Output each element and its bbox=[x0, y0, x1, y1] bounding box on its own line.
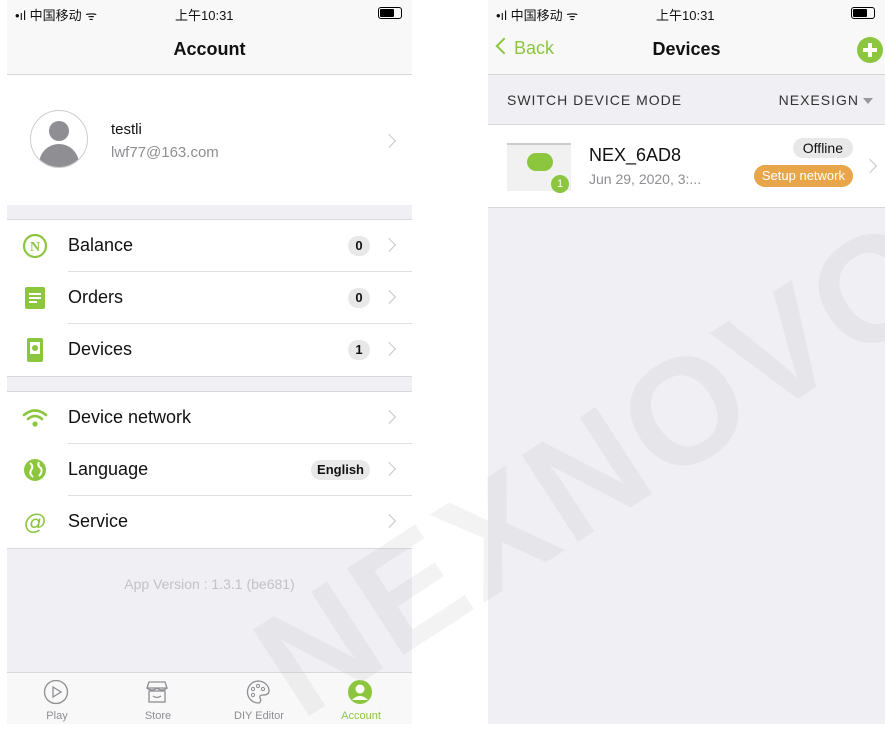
svg-text:N: N bbox=[30, 240, 40, 255]
add-device-button[interactable] bbox=[857, 37, 883, 63]
palette-icon bbox=[246, 680, 270, 704]
status-time: 上午10:31 bbox=[656, 8, 715, 23]
language-badge: English bbox=[311, 460, 370, 480]
settings-menu-group: Device network Language English @ Servic… bbox=[7, 391, 412, 549]
menu-label: Balance bbox=[68, 235, 134, 255]
profile-name: testli bbox=[111, 121, 142, 138]
menu-item-device-network[interactable]: Device network bbox=[7, 392, 412, 444]
wifi-icon bbox=[22, 409, 48, 427]
tab-play[interactable]: Play bbox=[17, 673, 97, 724]
devices-badge: 1 bbox=[348, 340, 370, 360]
avatar bbox=[30, 110, 88, 168]
device-name: NEX_6AD8 bbox=[589, 145, 682, 165]
tab-diy-editor[interactable]: DIY Editor bbox=[219, 673, 299, 724]
device-count-badge: 1 bbox=[551, 175, 569, 193]
profile-card[interactable]: testli lwf77@163.com bbox=[7, 75, 412, 205]
app-version: App Version : 1.3.1 (be681) bbox=[124, 576, 295, 592]
chevron-right-icon bbox=[862, 158, 878, 174]
tab-label: Store bbox=[144, 710, 172, 722]
page-title: Devices bbox=[652, 39, 721, 59]
menu-item-language[interactable]: Language English bbox=[7, 444, 412, 496]
page-title: Account bbox=[173, 39, 246, 59]
menu-item-devices[interactable]: Devices 1 bbox=[7, 324, 412, 376]
chevron-right-icon bbox=[381, 237, 397, 253]
tab-label: Account bbox=[341, 710, 381, 722]
setup-network-button[interactable]: Setup network bbox=[753, 165, 853, 187]
status-bar: •ıl 中国移动 ᯤ 上午10:31 bbox=[488, 0, 885, 24]
mode-value: NEXESIGN bbox=[778, 92, 859, 108]
menu-item-orders[interactable]: Orders 0 bbox=[7, 272, 412, 324]
device-list-item[interactable]: 1 NEX_6AD8 Jun 29, 2020, 3:... Offline S… bbox=[488, 125, 885, 208]
tab-label: Play bbox=[46, 710, 68, 722]
menu-label: Service bbox=[68, 511, 129, 531]
battery-icon bbox=[851, 7, 875, 19]
account-icon bbox=[348, 680, 372, 704]
svg-text:@: @ bbox=[24, 510, 46, 535]
orders-icon bbox=[25, 287, 45, 309]
battery-icon bbox=[378, 7, 402, 19]
globe-icon bbox=[24, 459, 46, 481]
device-date: Jun 29, 2020, 3:... bbox=[589, 171, 702, 187]
menu-item-balance[interactable]: N Balance 0 bbox=[7, 220, 412, 272]
tab-account[interactable]: Account bbox=[321, 673, 401, 724]
tab-label: DIY Editor bbox=[234, 710, 284, 722]
play-icon bbox=[43, 679, 69, 705]
status-bar: •ıl 中国移动 ᯤ 上午10:31 bbox=[7, 0, 412, 24]
devices-screen: •ıl 中国移动 ᯤ 上午10:31 Back Devices SWITCH D… bbox=[488, 0, 885, 724]
device-thumbnail: 1 bbox=[507, 143, 571, 193]
menu-label: Orders bbox=[68, 287, 124, 307]
tab-bar: Play Store DIY Editor Account bbox=[7, 672, 412, 724]
carrier-signal: •ıl 中国移动 ᯤ bbox=[496, 8, 579, 23]
carrier-signal: •ıl 中国移动 ᯤ bbox=[15, 8, 98, 23]
account-screen: •ıl 中国移动 ᯤ 上午10:31 Account testli lwf77@… bbox=[7, 0, 412, 724]
menu-label: Devices bbox=[68, 339, 133, 359]
device-mode-selector[interactable]: SWITCH DEVICE MODE NEXESIGN bbox=[488, 75, 885, 125]
nav-bar: Account bbox=[7, 24, 412, 75]
chevron-right-icon bbox=[381, 341, 397, 357]
status-badge: Offline bbox=[792, 138, 853, 158]
store-icon bbox=[146, 681, 168, 703]
mode-label: SWITCH DEVICE MODE bbox=[507, 92, 683, 108]
caret-down-icon bbox=[863, 98, 873, 104]
nexcloud-logo bbox=[527, 153, 553, 171]
orders-badge: 0 bbox=[348, 288, 370, 308]
status-time: 上午10:31 bbox=[175, 8, 234, 23]
at-sign-icon: @ bbox=[24, 510, 46, 535]
profile-email: lwf77@163.com bbox=[111, 144, 219, 161]
menu-label: Language bbox=[68, 459, 149, 479]
balance-badge: 0 bbox=[348, 236, 370, 256]
chevron-right-icon bbox=[381, 513, 397, 529]
chevron-right-icon bbox=[381, 409, 397, 425]
account-menu-group: N Balance 0 Orders 0 Devices 1 bbox=[7, 219, 412, 377]
chevron-right-icon bbox=[381, 461, 397, 477]
balance-icon: N bbox=[22, 233, 48, 259]
chevron-right-icon bbox=[381, 133, 397, 149]
tab-store[interactable]: Store bbox=[118, 673, 198, 724]
nav-bar: Back Devices bbox=[488, 24, 885, 75]
chevron-right-icon bbox=[381, 289, 397, 305]
menu-item-service[interactable]: @ Service bbox=[7, 496, 412, 548]
menu-label: Device network bbox=[68, 407, 192, 427]
devices-icon bbox=[27, 338, 43, 362]
